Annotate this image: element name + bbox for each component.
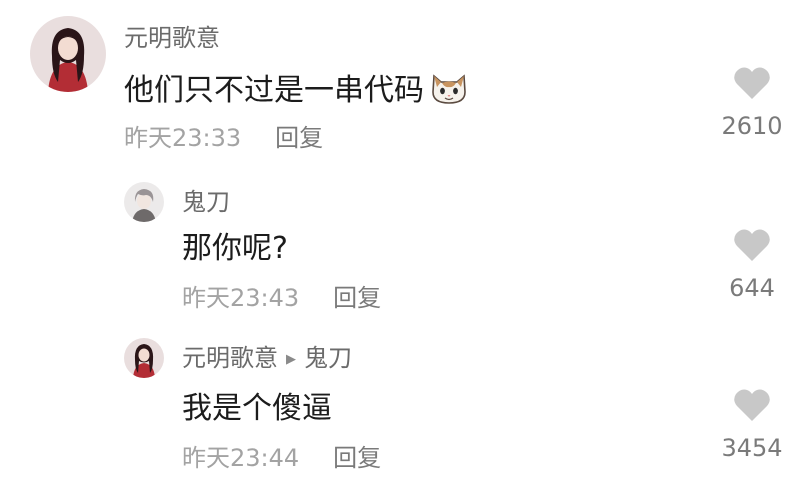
reply-button[interactable]: 回复 (275, 124, 323, 152)
reply-button[interactable]: 回复 (333, 444, 381, 472)
comment-time: 昨天23:43 (182, 284, 300, 312)
comment-meta: 昨天23:44 回复 (182, 446, 381, 470)
avatar[interactable] (124, 338, 164, 378)
like-button[interactable]: 2610 (712, 66, 792, 138)
comment-time: 昨天23:44 (182, 444, 300, 472)
like-button[interactable]: 3454 (712, 388, 792, 460)
like-count: 2610 (721, 112, 783, 140)
heart-icon[interactable] (733, 388, 771, 422)
heart-icon[interactable] (733, 66, 771, 100)
like-count: 3454 (721, 434, 783, 462)
like-count: 644 (729, 274, 775, 302)
comment-time: 昨天23:33 (124, 124, 242, 152)
comment-meta: 昨天23:33 回复 (124, 126, 323, 150)
avatar[interactable] (30, 16, 106, 92)
comment-text: 他们只不过是一串代码 (124, 70, 470, 112)
comment-text: 我是个傻逼 (182, 391, 332, 426)
comment-author[interactable]: 元明歌意 (124, 26, 220, 50)
heart-icon[interactable] (733, 228, 771, 262)
comment-meta: 昨天23:43 回复 (182, 286, 381, 310)
like-button[interactable]: 644 (712, 228, 792, 300)
avatar[interactable] (124, 182, 164, 222)
reply-arrow-icon: ▶ (286, 352, 296, 367)
comment-text-content: 他们只不过是一串代码 (124, 73, 424, 108)
reply-button[interactable]: 回复 (333, 284, 381, 312)
cat-face-emoji-icon (428, 70, 470, 112)
comment-author[interactable]: 鬼刀 (182, 190, 230, 214)
comment-author-line: 元明歌意 ▶ 鬼刀 (182, 346, 352, 370)
comment-text: 那你呢? (182, 231, 288, 266)
reply-target[interactable]: 鬼刀 (304, 344, 352, 372)
comment-thread: 元明歌意 他们只不过是一串代码 昨天23:33 回复 2610 鬼刀 那你呢? … (0, 0, 800, 482)
comment-author[interactable]: 元明歌意 (182, 344, 278, 372)
